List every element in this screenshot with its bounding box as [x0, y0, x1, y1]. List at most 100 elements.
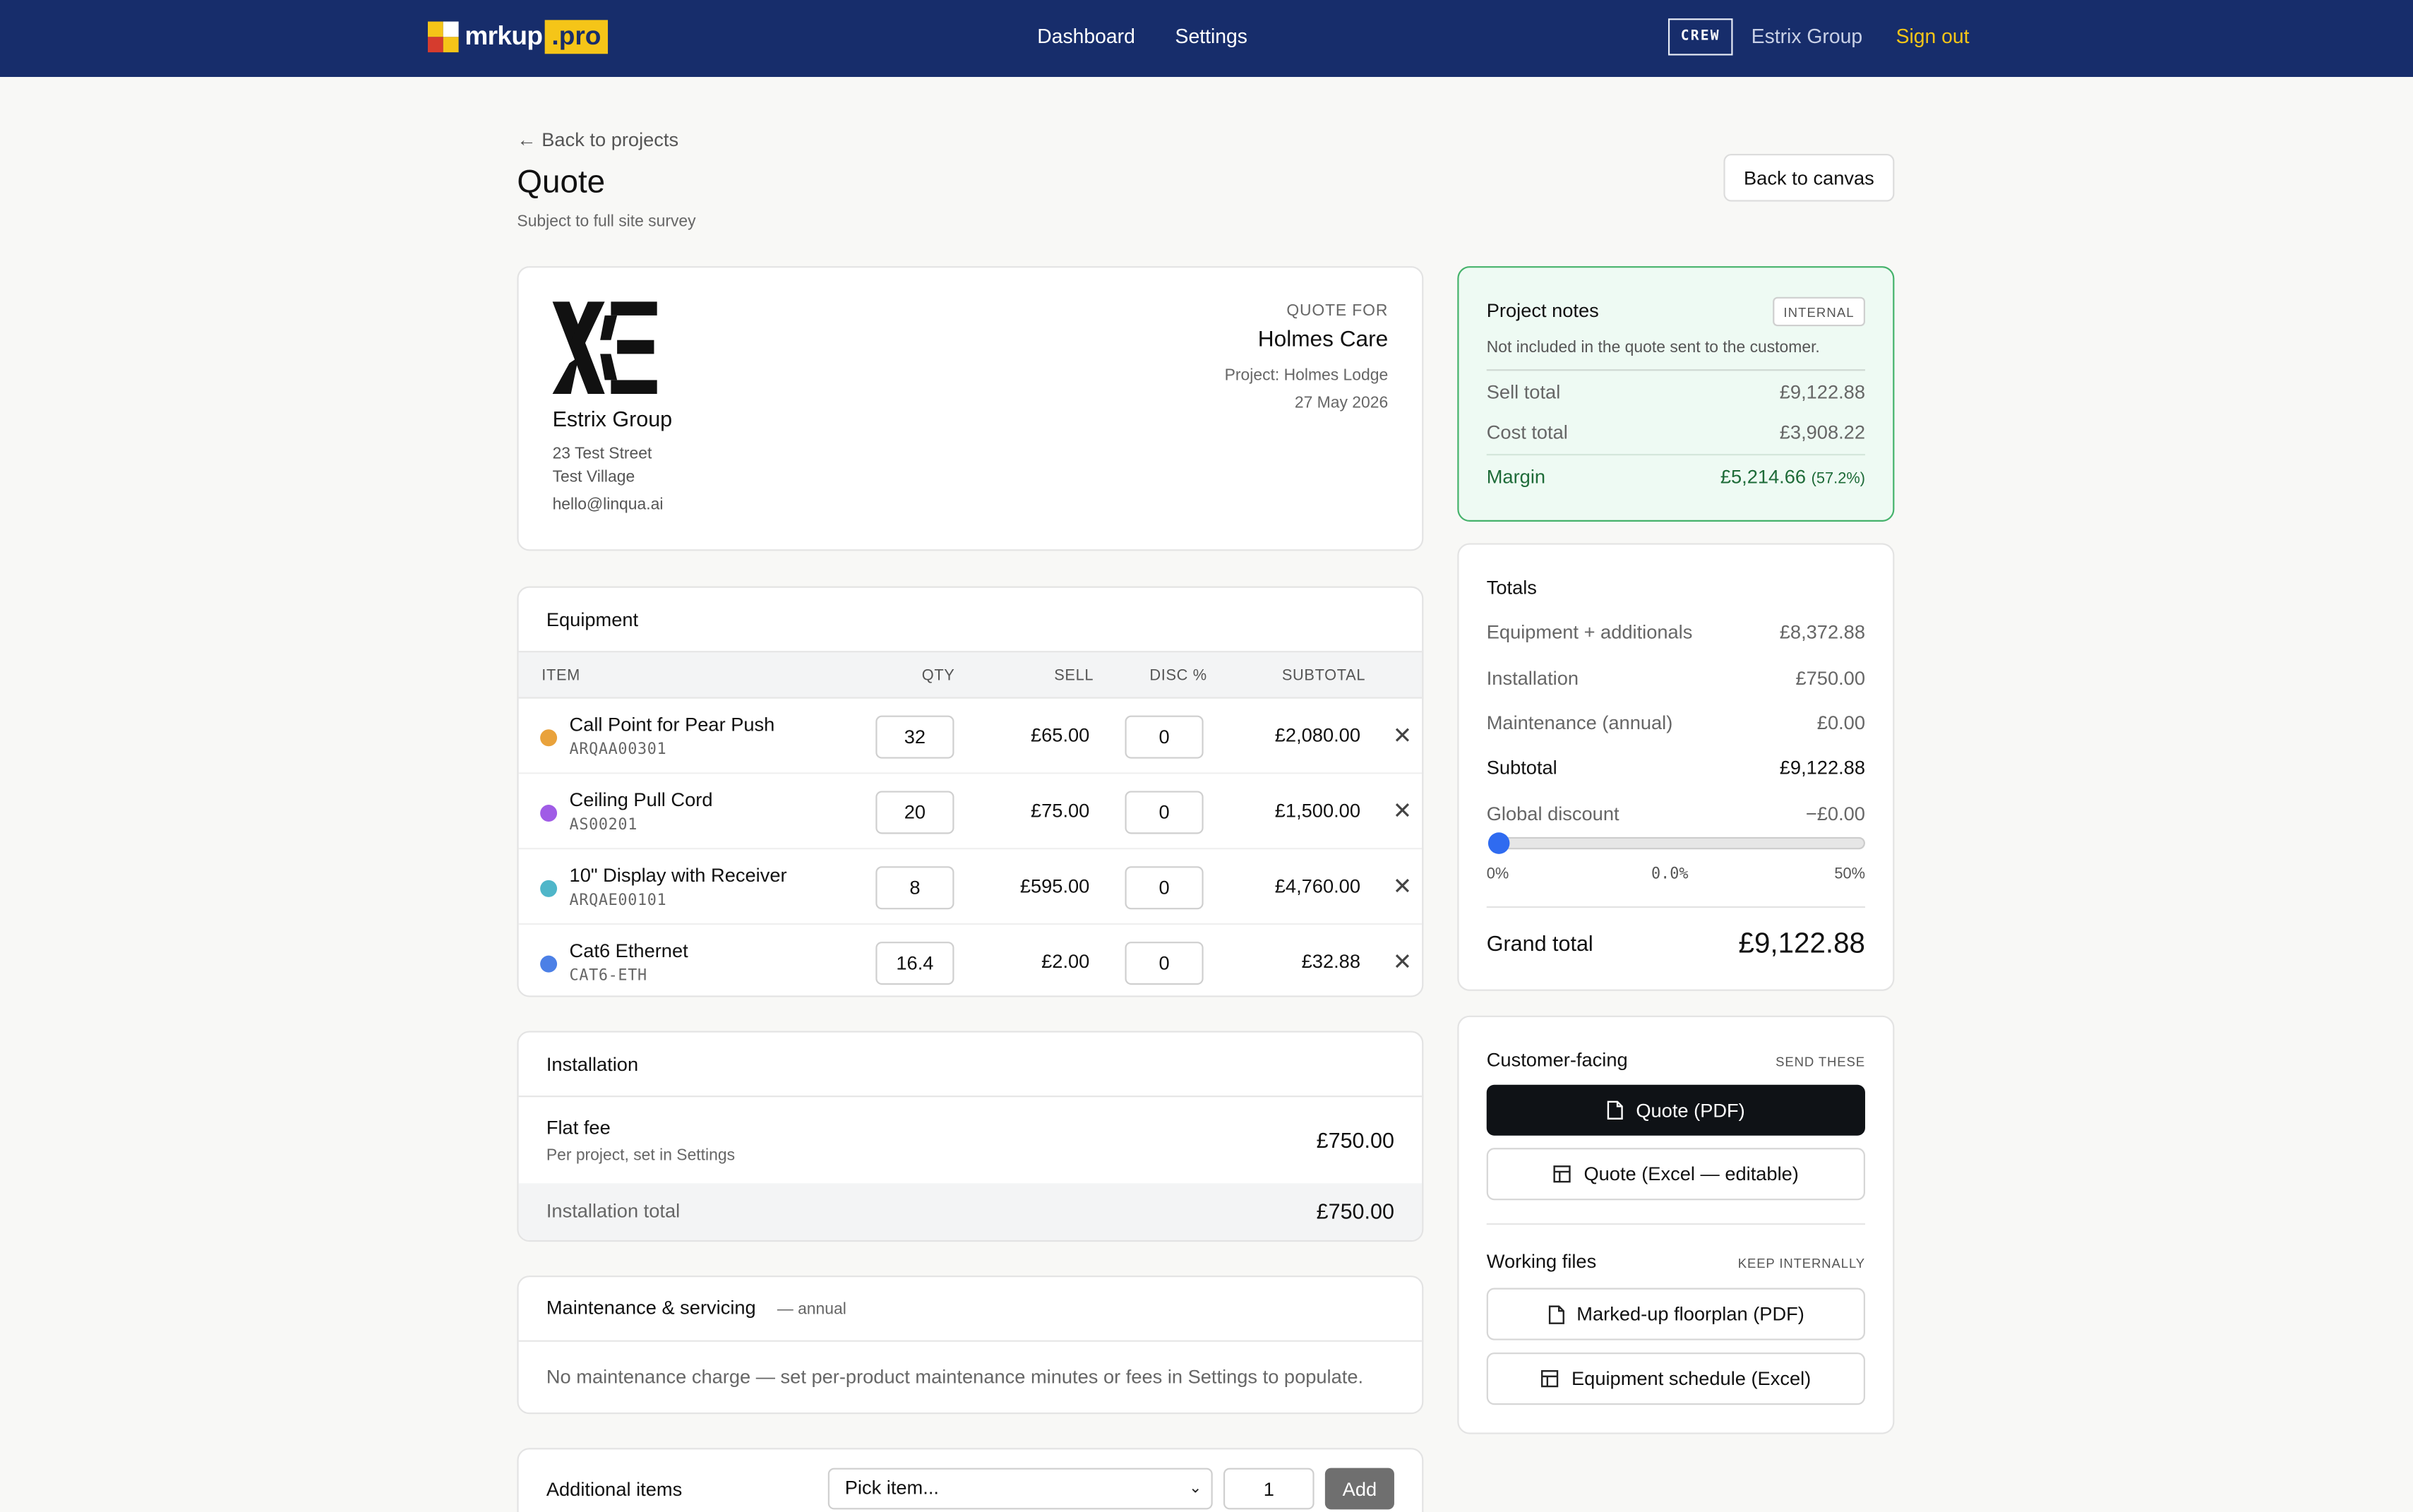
- discount-slider-track[interactable]: [1499, 836, 1865, 850]
- spreadsheet-icon: [1541, 1370, 1559, 1388]
- divider: [518, 1340, 1423, 1342]
- equipment-title: Equipment: [546, 609, 639, 631]
- category-dot: [540, 880, 558, 897]
- download-quote-pdf-button[interactable]: Quote (PDF): [1486, 1084, 1865, 1136]
- qty-input[interactable]: [875, 942, 954, 985]
- flat-fee-label: Flat fee: [546, 1117, 611, 1139]
- company-address-line-2: Test Village: [552, 467, 635, 486]
- installation-line-value: £750.00: [1795, 668, 1865, 690]
- col-item: ITEM: [541, 668, 581, 685]
- table-row: Ceiling Pull Cord AS00201 £75.00 £1,500.…: [518, 774, 1423, 850]
- subtotal-label: Subtotal: [1486, 757, 1557, 779]
- col-qty: QTY: [921, 668, 955, 685]
- top-nav: mrkup .pro Dashboard Settings CREW Estri…: [0, 0, 2413, 77]
- file-icon: [1607, 1100, 1623, 1120]
- download-floorplan-pdf-button[interactable]: Marked-up floorplan (PDF): [1486, 1288, 1865, 1340]
- back-to-canvas-button[interactable]: Back to canvas: [1723, 153, 1895, 202]
- remove-row-icon[interactable]: ✕: [1393, 721, 1412, 750]
- divider: [1486, 454, 1865, 456]
- sell-price: £595.00: [1019, 875, 1090, 897]
- slider-current-label: 0.0%: [1651, 866, 1689, 884]
- quote-for-label: QUOTE FOR: [1286, 301, 1389, 320]
- item-sku: AS00201: [569, 817, 638, 834]
- installation-total-bar: Installation total £750.00: [518, 1183, 1423, 1240]
- files-card: Customer-facing SEND THESE Quote (PDF) Q…: [1457, 1015, 1895, 1434]
- item-name: Cat6 Ethernet: [569, 940, 688, 962]
- additional-items-title: Additional items: [546, 1478, 683, 1501]
- table-row: Cat6 Ethernet CAT6-ETH £2.00 £32.88 ✕: [519, 925, 1423, 995]
- maintenance-line-label: Maintenance (annual): [1486, 712, 1673, 734]
- page-title: Quote: [517, 164, 606, 200]
- cost-total-value: £3,908.22: [1779, 421, 1865, 443]
- item-name: Ceiling Pull Cord: [569, 789, 713, 811]
- item-name: Call Point for Pear Push: [569, 714, 775, 736]
- flat-fee-note: Per project, set in Settings: [546, 1146, 736, 1165]
- remove-row-icon[interactable]: ✕: [1393, 797, 1412, 824]
- divider: [1486, 906, 1865, 908]
- discount-input[interactable]: [1125, 715, 1204, 759]
- download-equipment-schedule-button[interactable]: Equipment schedule (Excel): [1486, 1352, 1865, 1405]
- nav-links: Dashboard Settings: [1037, 25, 1247, 48]
- row-subtotal: £4,760.00: [1274, 875, 1360, 897]
- floorplan-pdf-label: Marked-up floorplan (PDF): [1576, 1303, 1804, 1325]
- brand-suffix: .pro: [545, 20, 608, 54]
- chevron-down-icon: ⌄: [1189, 1480, 1202, 1497]
- equipment-total-value: £8,372.88: [1779, 621, 1865, 644]
- maintenance-qualifier: — annual: [777, 1300, 846, 1319]
- internal-badge: INTERNAL: [1773, 296, 1865, 327]
- table-row: 10" Display with Receiver ARQAE00101 £59…: [518, 849, 1423, 925]
- discount-input[interactable]: [1125, 942, 1204, 985]
- remove-row-icon[interactable]: ✕: [1393, 948, 1412, 976]
- company-address-line-1: 23 Test Street: [552, 444, 652, 464]
- sign-out-link[interactable]: Sign out: [1896, 25, 1970, 48]
- totals-card: Totals Equipment + additionals £8,372.88…: [1457, 543, 1895, 991]
- brand-name: mrkup: [465, 21, 543, 51]
- pick-item-value: Pick item...: [844, 1477, 939, 1499]
- qty-input[interactable]: [875, 866, 954, 910]
- quote-excel-label: Quote (Excel — editable): [1583, 1163, 1799, 1185]
- category-dot: [540, 729, 558, 747]
- category-dot: [540, 805, 558, 822]
- maintenance-card: Maintenance & servicing — annual No main…: [517, 1276, 1424, 1415]
- download-quote-excel-button[interactable]: Quote (Excel — editable): [1486, 1148, 1865, 1201]
- page-root: mrkup .pro Dashboard Settings CREW Estri…: [0, 0, 2413, 1512]
- project-name: Project: Holmes Lodge: [1224, 366, 1389, 385]
- maintenance-title: Maintenance & servicing: [546, 1297, 756, 1319]
- remove-row-icon[interactable]: ✕: [1393, 872, 1412, 900]
- margin-percent: (57.2%): [1811, 471, 1865, 488]
- table-row: Call Point for Pear Push ARQAA00301 £65.…: [518, 699, 1423, 774]
- item-name: 10" Display with Receiver: [569, 865, 787, 887]
- discount-input[interactable]: [1125, 791, 1204, 834]
- customer-facing-hint: SEND THESE: [1776, 1054, 1865, 1069]
- maintenance-empty-message: No maintenance charge — set per-product …: [546, 1366, 1364, 1388]
- margin-value-group: £5,214.66 (57.2%): [1720, 466, 1865, 488]
- role-badge: CREW: [1667, 18, 1733, 56]
- global-discount-value: −£0.00: [1805, 803, 1865, 825]
- org-name: Estrix Group: [1751, 24, 1863, 48]
- working-files-title: Working files: [1486, 1251, 1597, 1273]
- back-to-projects-link[interactable]: ← Back to projects: [517, 129, 678, 151]
- row-subtotal: £2,080.00: [1274, 724, 1360, 747]
- pick-item-select[interactable]: Pick item... ⌄: [827, 1468, 1213, 1510]
- add-item-button[interactable]: Add: [1324, 1468, 1394, 1510]
- cost-total-label: Cost total: [1486, 421, 1568, 443]
- sell-price: £75.00: [1030, 800, 1090, 822]
- nav-settings[interactable]: Settings: [1175, 25, 1247, 48]
- additional-qty-input[interactable]: [1223, 1468, 1315, 1510]
- quote-pdf-label: Quote (PDF): [1636, 1099, 1745, 1122]
- file-icon: [1547, 1304, 1564, 1324]
- qty-input[interactable]: [875, 715, 954, 759]
- col-sell: SELL: [1054, 668, 1094, 685]
- discount-slider-thumb[interactable]: [1487, 832, 1510, 854]
- divider: [518, 1096, 1423, 1098]
- grand-total-value: £9,122.88: [1738, 926, 1865, 959]
- divider: [1486, 1223, 1865, 1225]
- customer-facing-title: Customer-facing: [1486, 1049, 1628, 1072]
- sell-total-label: Sell total: [1486, 381, 1561, 404]
- sell-price: £65.00: [1030, 724, 1090, 747]
- discount-input[interactable]: [1125, 866, 1204, 910]
- qty-input[interactable]: [875, 791, 954, 834]
- brand-logo[interactable]: mrkup .pro: [427, 20, 608, 54]
- nav-dashboard[interactable]: Dashboard: [1037, 25, 1135, 48]
- project-notes-text: Not included in the quote sent to the cu…: [1486, 338, 1820, 357]
